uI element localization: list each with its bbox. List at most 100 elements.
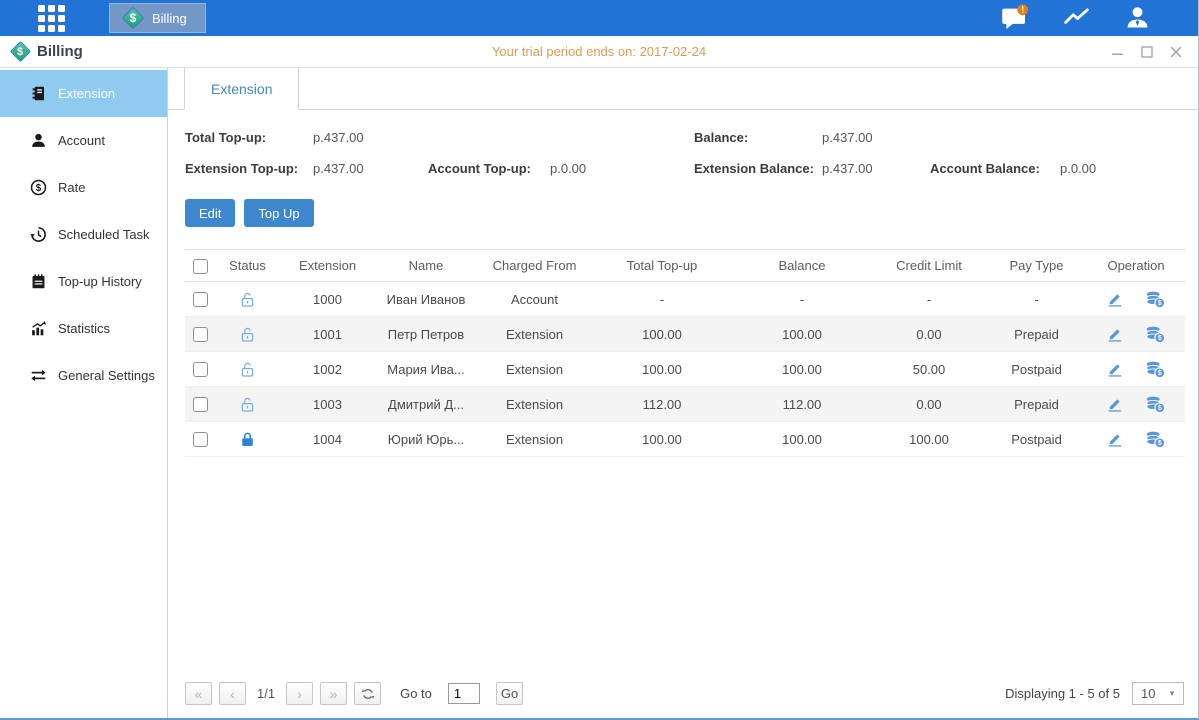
svg-text:$: $ — [1158, 405, 1162, 412]
name-cell: Мария Ива... — [375, 352, 477, 387]
extension-cell: 1003 — [280, 387, 375, 422]
sidebar-item-topup-history[interactable]: Top-up History — [0, 258, 167, 305]
total-topup-cell: - — [592, 282, 732, 317]
table-row[interactable]: 1001 Петр Петров Extension 100.00 100.00… — [185, 317, 1185, 352]
billing-window: $ Billing ! — [0, 0, 1199, 720]
sidebar-item-extension[interactable]: Extension — [0, 70, 167, 117]
maximize-button[interactable] — [1141, 46, 1153, 58]
displaying-text: Displaying 1 - 5 of 5 — [1005, 686, 1120, 701]
row-checkbox[interactable] — [193, 327, 208, 342]
lock-open-icon — [239, 396, 256, 413]
topup-coins-icon[interactable]: $ — [1144, 360, 1166, 379]
messages-button[interactable]: ! — [999, 4, 1030, 32]
close-button[interactable] — [1170, 46, 1182, 58]
row-checkbox[interactable] — [193, 292, 208, 307]
sidebar-item-label: Extension — [58, 86, 115, 101]
topup-coins-icon[interactable]: $ — [1144, 290, 1166, 309]
topup-coins-icon[interactable]: $ — [1144, 325, 1166, 344]
topbar-tab-billing[interactable]: $ Billing — [109, 3, 206, 33]
billing-app-icon: $ — [122, 7, 144, 29]
table-row[interactable]: 1003 Дмитрий Д... Extension 112.00 112.0… — [185, 387, 1185, 422]
monitor-button[interactable] — [1060, 5, 1093, 31]
account-balance-value: p.0.00 — [1060, 161, 1096, 176]
edit-button[interactable]: Edit — [185, 199, 235, 227]
col-charged-from: Charged From — [477, 250, 592, 282]
charged-from-cell: Extension — [477, 352, 592, 387]
operation-cell: $ — [1087, 282, 1185, 317]
goto-page-input[interactable] — [448, 683, 480, 704]
name-cell: Иван Иванов — [375, 282, 477, 317]
account-topup-label: Account Top-up: — [428, 161, 550, 176]
next-page-button[interactable]: › — [286, 682, 313, 705]
row-checkbox[interactable] — [193, 397, 208, 412]
first-page-icon: « — [195, 686, 203, 702]
edit-icon[interactable] — [1106, 395, 1124, 413]
topup-coins-icon[interactable]: $ — [1144, 430, 1166, 449]
go-button[interactable]: Go — [496, 682, 523, 705]
edit-icon[interactable] — [1106, 325, 1124, 343]
extension-cell: 1002 — [280, 352, 375, 387]
topbar: $ Billing ! — [0, 0, 1198, 36]
table-row[interactable]: 1002 Мария Ива... Extension 100.00 100.0… — [185, 352, 1185, 387]
table-row[interactable]: 1004 Юрий Юрь... Extension 100.00 100.00… — [185, 422, 1185, 457]
page-size-value: 10 — [1141, 686, 1155, 701]
sidebar-item-account[interactable]: Account — [0, 117, 167, 164]
topup-coins-icon[interactable]: $ — [1144, 395, 1166, 414]
lock-open-icon — [239, 361, 256, 378]
sidebar-item-rate[interactable]: $ Rate — [0, 164, 167, 211]
minimize-button[interactable] — [1111, 45, 1124, 58]
table-header-row: Status Extension Name Charged From Total… — [185, 250, 1185, 282]
prev-page-button[interactable]: ‹ — [219, 682, 246, 705]
balance-cell: 100.00 — [732, 317, 872, 352]
sidebar-item-general-settings[interactable]: General Settings — [0, 352, 167, 399]
extension-table-body: 1000 Иван Иванов Account - - - - $ — [185, 282, 1185, 457]
user-icon — [1123, 5, 1152, 32]
status-cell — [215, 422, 280, 457]
edit-icon[interactable] — [1106, 430, 1124, 448]
apps-grid-icon[interactable] — [38, 5, 65, 32]
total-topup-cell: 100.00 — [592, 422, 732, 457]
transfer-arrows-icon — [30, 367, 47, 384]
edit-icon[interactable] — [1106, 360, 1124, 378]
refresh-button[interactable] — [354, 682, 381, 705]
charged-from-cell: Extension — [477, 422, 592, 457]
name-cell: Юрий Юрь... — [375, 422, 477, 457]
topbar-actions: ! — [999, 4, 1152, 32]
notepad-icon — [30, 273, 47, 290]
sidebar-item-scheduled-task[interactable]: Scheduled Task — [0, 211, 167, 258]
sidebar-item-statistics[interactable]: Statistics — [0, 305, 167, 352]
tab-extension[interactable]: Extension — [184, 68, 299, 110]
total-topup-label: Total Top-up: — [185, 130, 313, 145]
row-checkbox[interactable] — [193, 432, 208, 447]
operation-cell: $ — [1087, 317, 1185, 352]
table-row[interactable]: 1000 Иван Иванов Account - - - - $ — [185, 282, 1185, 317]
extension-balance-label: Extension Balance: — [694, 161, 822, 176]
page-size-select[interactable]: 10 ▼ — [1132, 682, 1184, 705]
last-page-button[interactable]: » — [320, 682, 347, 705]
status-cell — [215, 282, 280, 317]
credit-limit-cell: 0.00 — [872, 387, 986, 422]
col-pay-type: Pay Type — [986, 250, 1087, 282]
col-total-topup: Total Top-up — [592, 250, 732, 282]
select-all-checkbox[interactable] — [193, 259, 208, 274]
first-page-button[interactable]: « — [185, 682, 212, 705]
name-cell: Дмитрий Д... — [375, 387, 477, 422]
balance-cell: 100.00 — [732, 422, 872, 457]
operation-cell: $ — [1087, 352, 1185, 387]
line-chart-icon — [1060, 5, 1093, 31]
user-button[interactable] — [1123, 5, 1152, 32]
sidebar-item-label: Top-up History — [58, 274, 142, 289]
balance-cell: 100.00 — [732, 352, 872, 387]
account-topup-value: p.0.00 — [550, 161, 586, 176]
row-checkbox[interactable] — [193, 362, 208, 377]
topbar-tab-label: Billing — [152, 11, 187, 26]
top-up-button[interactable]: Top Up — [244, 199, 313, 227]
extension-balance: Extension Balance: p.437.00 — [694, 153, 930, 184]
page-indicator: 1/1 — [257, 686, 275, 701]
col-credit-limit: Credit Limit — [872, 250, 986, 282]
edit-icon[interactable] — [1106, 290, 1124, 308]
goto-label: Go to — [400, 686, 432, 701]
operation-cell: $ — [1087, 422, 1185, 457]
tabstrip: Extension — [168, 68, 1198, 110]
lock-closed-icon — [239, 431, 256, 448]
